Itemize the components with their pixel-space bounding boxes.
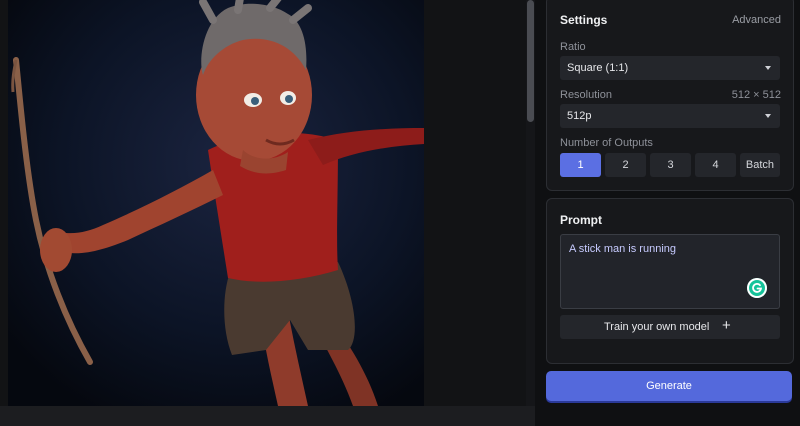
- generated-image-illustration: [8, 0, 424, 406]
- outputs-option-1[interactable]: 1: [560, 153, 601, 177]
- generated-image[interactable]: [8, 0, 424, 406]
- ratio-value: Square (1:1): [567, 62, 629, 74]
- resolution-label: Resolution: [560, 89, 612, 101]
- prompt-text: A stick man is running: [569, 243, 676, 255]
- prompt-input[interactable]: A stick man is running: [560, 234, 780, 309]
- canvas-bottom-bar: [0, 406, 535, 426]
- settings-title: Settings: [560, 13, 608, 27]
- grammarly-icon[interactable]: [747, 278, 767, 298]
- canvas-area: [0, 0, 535, 426]
- prompt-title: Prompt: [560, 213, 602, 227]
- chevron-down-icon: [765, 114, 771, 118]
- outputs-label: Number of Outputs: [560, 137, 653, 149]
- prompt-panel: Prompt A stick man is running Train your…: [546, 198, 794, 364]
- advanced-link[interactable]: Advanced: [732, 14, 781, 26]
- resolution-select[interactable]: 512p: [560, 104, 780, 128]
- ratio-label: Ratio: [560, 41, 586, 53]
- chevron-down-icon: [765, 66, 771, 70]
- canvas-scrollbar-thumb[interactable]: [527, 0, 534, 122]
- generate-button[interactable]: Generate: [546, 371, 792, 401]
- resolution-dimensions: 512 × 512: [731, 89, 781, 101]
- settings-panel: Settings Advanced Ratio Square (1:1) Res…: [546, 0, 794, 191]
- ratio-select[interactable]: Square (1:1): [560, 56, 780, 80]
- outputs-option-3[interactable]: 3: [650, 153, 691, 177]
- train-model-button[interactable]: Train your own model +: [560, 315, 780, 339]
- plus-icon: +: [722, 317, 731, 334]
- outputs-option-2[interactable]: 2: [605, 153, 646, 177]
- resolution-value: 512p: [567, 110, 592, 122]
- train-model-label: Train your own model: [604, 321, 710, 333]
- outputs-option-batch[interactable]: Batch: [740, 153, 780, 177]
- outputs-option-4[interactable]: 4: [695, 153, 736, 177]
